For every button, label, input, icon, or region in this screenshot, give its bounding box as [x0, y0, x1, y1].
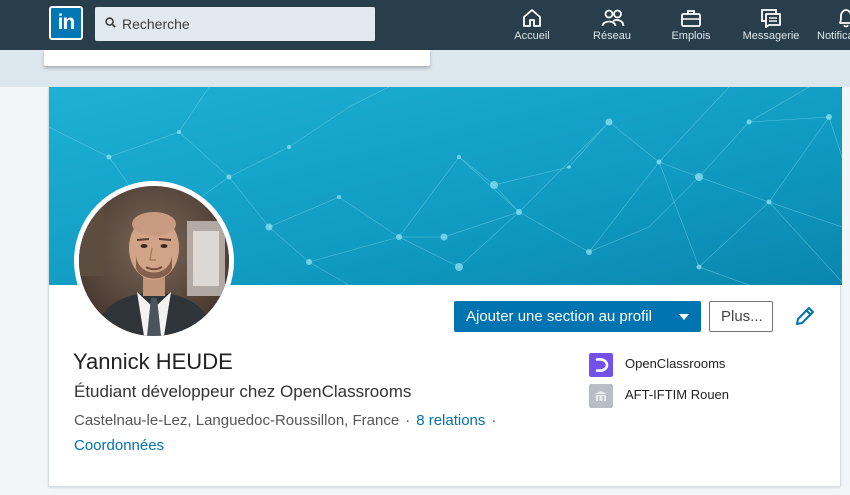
profile-location-line: Castelnau-le-Lez, Languedoc-Roussillon, … [74, 412, 502, 429]
org-name: AFT-IFTIM Rouen [625, 387, 730, 402]
nav-item-network-label: Réseau [593, 30, 631, 42]
school-building-icon [589, 384, 613, 408]
connections-link[interactable]: 8 relations [416, 412, 485, 429]
separator-dot: · [491, 412, 497, 429]
nav-item-jobs[interactable]: Emplois [661, 0, 721, 50]
search-icon [105, 17, 116, 28]
top-navbar: in Accueil Réseau Emplois [0, 0, 850, 50]
nav-item-messaging[interactable]: Messagerie [737, 0, 805, 50]
openclassrooms-logo-icon [589, 353, 613, 377]
nav-item-notifications[interactable]: Notifications [810, 0, 850, 50]
profile-name: Yannick HEUDE [73, 349, 233, 374]
profile-avatar[interactable] [74, 181, 234, 341]
network-icon [601, 9, 625, 27]
nav-item-home[interactable]: Accueil [503, 0, 561, 50]
nav-item-jobs-label: Emplois [671, 30, 711, 42]
linkedin-logo[interactable]: in [49, 6, 83, 40]
messaging-icon [761, 9, 781, 28]
briefcase-icon [681, 10, 701, 27]
contact-info-link[interactable]: Coordonnées [74, 437, 164, 454]
nav-item-messaging-label: Messagerie [742, 30, 800, 42]
bell-icon [839, 9, 850, 28]
nav-item-home-label: Accueil [514, 30, 550, 42]
nav-item-notifications-label: Notifications [817, 30, 850, 42]
home-icon [523, 9, 541, 27]
search-input[interactable] [122, 7, 367, 41]
org-name: OpenClassrooms [625, 356, 726, 371]
profile-card: Ajouter une section au profil Plus... Ya… [48, 87, 842, 487]
profile-headline: Étudiant développeur chez OpenClassrooms [74, 382, 412, 401]
caret-down-icon [679, 314, 689, 320]
more-button[interactable]: Plus... [709, 301, 773, 332]
pencil-edit-icon[interactable] [793, 304, 817, 328]
nav-item-network[interactable]: Réseau [583, 0, 641, 50]
search-dropdown-panel [44, 50, 430, 66]
profile-location: Castelnau-le-Lez, Languedoc-Roussillon, … [74, 412, 400, 429]
search-box[interactable] [95, 7, 375, 41]
separator-dot: · [405, 412, 411, 429]
profile-photo [79, 186, 229, 336]
add-profile-section-label: Ajouter une section au profil [466, 308, 652, 325]
add-profile-section-button[interactable]: Ajouter une section au profil [454, 301, 701, 332]
